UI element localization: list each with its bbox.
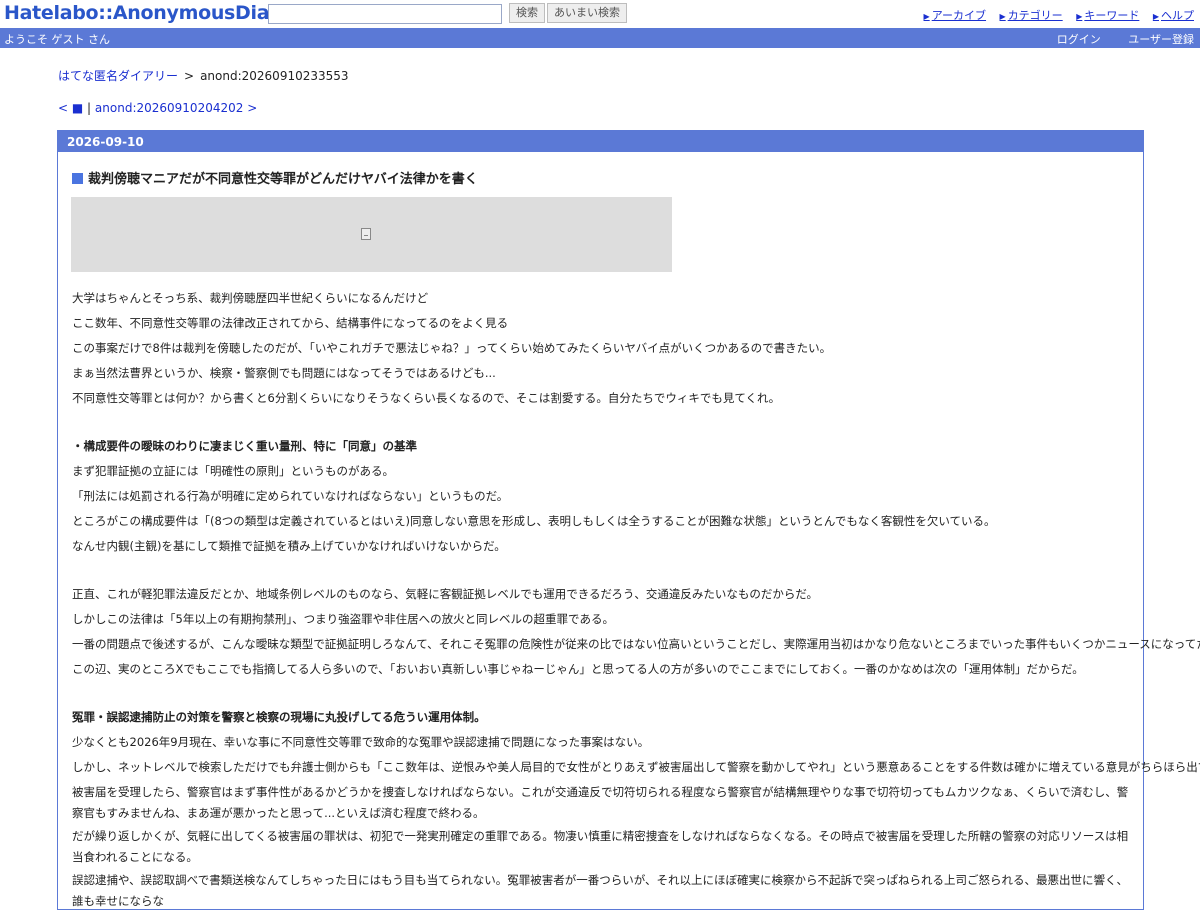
search-input[interactable]: [268, 4, 502, 24]
triangle-right-icon: ▶: [1076, 12, 1083, 21]
site-logo[interactable]: Hatelabo::AnonymousDiary: [4, 2, 291, 24]
breadcrumb-current: anond:20260910233553: [200, 69, 349, 83]
embedded-image-placeholder: [71, 197, 672, 272]
body-paragraph: この辺、実のところXでもここでも指摘してる人ら多いので、「おいおい真新しい事じゃ…: [72, 662, 1084, 676]
breadcrumb: はてな匿名ダイアリー > anond:20260910233553: [58, 67, 349, 84]
body-paragraph: まず犯罪証拠の立証には「明確性の原則」というものがある。: [72, 464, 394, 478]
login-link[interactable]: ログイン: [1057, 33, 1101, 46]
body-paragraph: ここ数年、不同意性交等罪の法律改正されてから、結構事件になってるのをよく見る: [72, 316, 509, 330]
next-entry-link[interactable]: anond:20260910204202 >: [95, 101, 257, 115]
welcome-text: ようこそ ゲスト さん: [4, 33, 110, 46]
body-paragraph: この事案だけで8件は裁判を傍聴したのだが、「いやこれガチで悪法じゃね？」ってくら…: [72, 341, 832, 355]
section-heading: ・構成要件の曖昧のわりに凄まじく重い量刑、特に「同意」の基準: [72, 439, 417, 453]
nav-keyword[interactable]: ▶ キーワード: [1076, 9, 1139, 22]
body-paragraph: 被害届を受理したら、警察官はまず事件性があるかどうかを捜査しなければならない。こ…: [72, 785, 1129, 820]
nav-help[interactable]: ▶ ヘルプ: [1153, 9, 1194, 22]
body-paragraph: 不同意性交等罪とは何か？から書くと6分割くらいになりそうなくらい長くなるので、そ…: [72, 391, 781, 405]
pager-divider: |: [87, 101, 92, 115]
body-paragraph: なんせ内観(主観)を基にして類推で証拠を積み上げていかなければいけないからだ。: [72, 539, 506, 553]
breadcrumb-separator: >: [184, 69, 195, 83]
body-paragraph: 「刑法には処罰される行為が明確に定められていなければならない」というものだ。: [72, 489, 509, 503]
body-paragraph: ところがこの構成要件は「(8つの類型は定義されているとはいえ)同意しない意思を形…: [72, 514, 996, 528]
top-bar: Hatelabo::AnonymousDiary 検索 あいまい検索 ▶ アーカイ…: [0, 0, 1200, 28]
triangle-right-icon: ▶: [999, 12, 1006, 21]
body-paragraph: 大学はちゃんとそっち系、裁判傍聴歴四半世紀くらいになるんだけど: [72, 291, 429, 305]
entry-pager: < ■ | anond:20260910204202 >: [58, 101, 257, 115]
entry-date: 2026-09-10: [58, 131, 1143, 152]
body-paragraph: だが繰り返しかくが、気軽に出してくる被害届の罪状は、初犯で一発実刑確定の重罪であ…: [72, 829, 1129, 864]
body-paragraph: 正直、これが軽犯罪法違反だとか、地域条例レベルのものなら、気軽に客観証拠レベルで…: [72, 587, 818, 601]
user-bar: ようこそ ゲスト さん ログイン ユーザー登録: [0, 28, 1200, 48]
body-paragraph: しかしこの法律は「5年以上の有期拘禁刑」、つまり強盗罪や非住居への放火と同レベル…: [72, 612, 614, 626]
triangle-right-icon: ▶: [923, 12, 930, 21]
entry-body: 大学はちゃんとそっち系、裁判傍聴歴四半世紀くらいになるんだけどここ数年、不同意性…: [72, 286, 1200, 912]
fuzzy-search-button[interactable]: あいまい検索: [547, 3, 627, 23]
body-paragraph: 一番の問題点で後述するが、こんな曖昧な類型で証拠証明しろなんて、それこそ冤罪の危…: [72, 637, 1200, 651]
register-link[interactable]: ユーザー登録: [1128, 33, 1194, 46]
nav-archive[interactable]: ▶ アーカイブ: [924, 9, 987, 22]
entry-section: 2026-09-10 裁判傍聴マニアだが不同意性交等罪がどんだけヤバイ法律かを書…: [57, 130, 1200, 912]
breadcrumb-home-link[interactable]: はてな匿名ダイアリー: [58, 69, 178, 83]
prev-entry-link[interactable]: < ■: [58, 101, 83, 115]
body-paragraph: 少なくとも2026年9月現在、幸いな事に不同意性交等罪で致命的な冤罪や誤認逮捕で…: [72, 735, 650, 749]
body-paragraph: 誤認逮捕や、誤認取調べで書類送検なんてしちゃった日にはもう目も当てられない。冤罪…: [72, 873, 1129, 908]
triangle-right-icon: ▶: [1152, 12, 1159, 21]
top-nav: ▶ アーカイブ ▶ カテゴリー ▶ キーワード ▶ ヘルプ: [914, 7, 1194, 23]
nav-category[interactable]: ▶ カテゴリー: [1000, 9, 1063, 22]
section-heading: 冤罪・誤認逮捕防止の対策を警察と検察の現場に丸投げしてる危うい運用体制。: [72, 710, 486, 724]
entry-title[interactable]: 裁判傍聴マニアだが不同意性交等罪がどんだけヤバイ法律かを書く: [72, 168, 478, 187]
body-paragraph: しかし、ネットレベルで検索しただけでも弁護士側からも「ここ数年は、逆恨みや美人局…: [72, 760, 1200, 774]
square-icon: [72, 173, 83, 184]
search-button[interactable]: 検索: [509, 3, 545, 23]
body-paragraph: まぁ当然法曹界というか、検察・警察側でも問題にはなってそうではあるけども...: [72, 366, 496, 380]
broken-image-icon: [361, 228, 371, 240]
